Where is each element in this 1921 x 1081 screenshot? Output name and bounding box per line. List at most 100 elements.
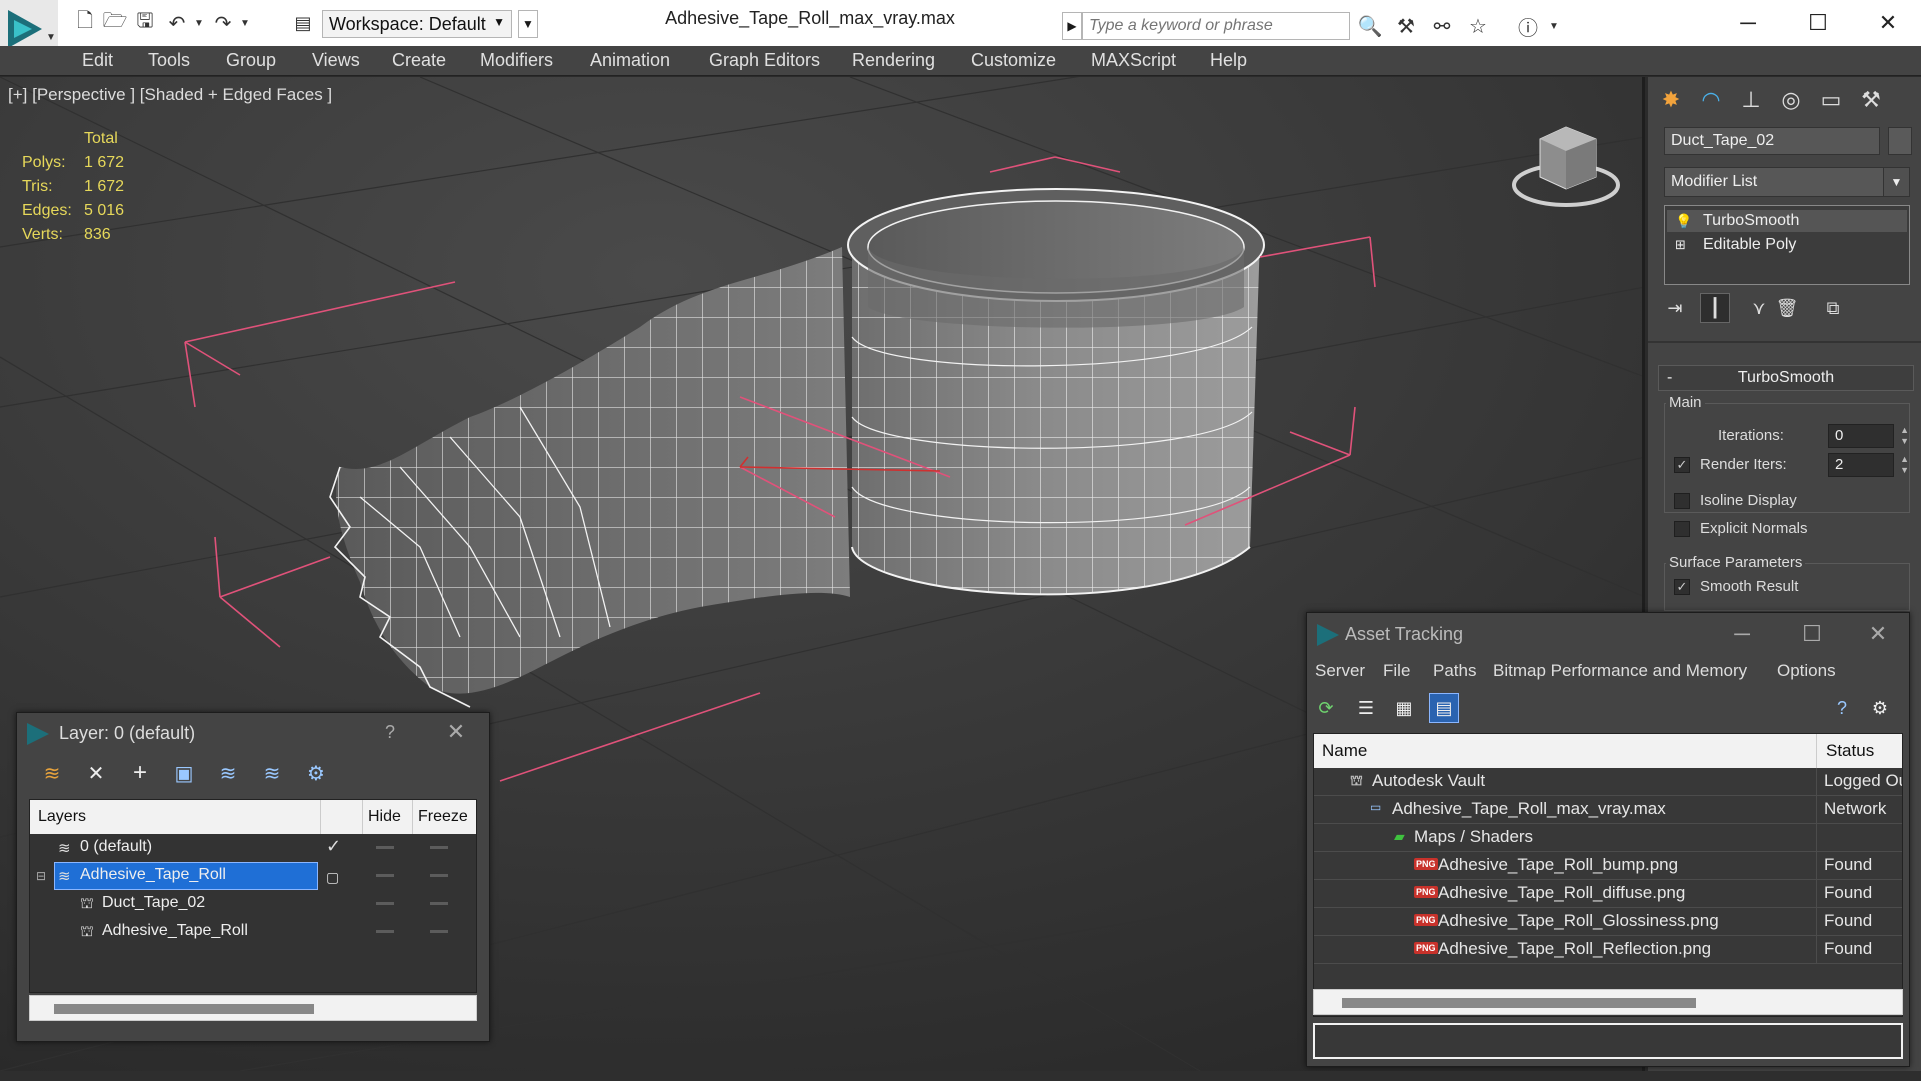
layer-row-adhesive-tape-roll-object[interactable]: ⛫ Adhesive_Tape_Roll xyxy=(30,918,476,946)
create-new-layer-icon[interactable]: ≋ xyxy=(37,759,67,787)
layer-row-adhesive-tape-roll[interactable]: ⊟ ≋ Adhesive_Tape_Roll ▢ xyxy=(30,862,476,890)
object-color-swatch[interactable] xyxy=(1888,127,1912,155)
hide-toggle[interactable] xyxy=(376,930,394,933)
refresh-icon[interactable]: ⟳ xyxy=(1311,693,1341,723)
display-tab-icon[interactable]: ▭ xyxy=(1814,83,1848,117)
window-maximize-button[interactable]: ☐ xyxy=(1798,6,1838,40)
menu-animation[interactable]: Animation xyxy=(590,50,670,71)
asset-maximize-button[interactable]: ☐ xyxy=(1797,621,1827,647)
asset-menu-options[interactable]: Options xyxy=(1777,661,1836,681)
search-expand-button[interactable]: ▶ xyxy=(1062,12,1082,40)
viewport-label-menu[interactable]: [+] [Perspective ] [Shaded + Edged Faces… xyxy=(8,85,332,105)
asset-row-glossiness-png[interactable]: PNG Adhesive_Tape_Roll_Glossiness.png Fo… xyxy=(1314,908,1902,936)
asset-row-maps-shaders[interactable]: ▰ Maps / Shaders xyxy=(1314,824,1902,852)
asset-minimize-button[interactable]: ─ xyxy=(1727,621,1757,647)
asset-menu-file[interactable]: File xyxy=(1383,661,1410,681)
column-layers[interactable]: Layers xyxy=(38,808,86,826)
thumbnail-view-icon[interactable]: ▦ xyxy=(1389,693,1419,723)
current-layer-check-icon[interactable]: ✓ xyxy=(326,836,341,857)
layer-properties-icon[interactable]: ⚙ xyxy=(301,759,331,787)
smooth-result-checkbox[interactable]: ✓ xyxy=(1674,579,1690,595)
highlight-selected-layer-icon[interactable]: ≋ xyxy=(213,759,243,787)
undo-dropdown-icon[interactable]: ▼ xyxy=(186,10,212,36)
hide-toggle[interactable] xyxy=(376,846,394,849)
stack-item-turbosmooth[interactable]: 💡 TurboSmooth xyxy=(1667,210,1907,232)
open-file-icon[interactable]: 🗁 xyxy=(102,10,128,36)
menu-group[interactable]: Group xyxy=(226,50,276,71)
freeze-toggle[interactable] xyxy=(430,846,448,849)
layer-window-close-button[interactable]: ✕ xyxy=(441,719,471,745)
delete-layer-icon[interactable]: ✕ xyxy=(81,759,111,787)
collapse-tree-icon[interactable]: ⊟ xyxy=(36,869,46,883)
quick-access-customize-button[interactable]: ▼ xyxy=(518,10,538,38)
menu-modifiers[interactable]: Modifiers xyxy=(480,50,553,71)
table-view-icon[interactable]: ▤ xyxy=(1429,693,1459,723)
asset-row-max-file[interactable]: ▭ Adhesive_Tape_Roll_max_vray.max Networ… xyxy=(1314,796,1902,824)
freeze-toggle[interactable] xyxy=(430,874,448,877)
column-status[interactable]: Status xyxy=(1826,741,1874,761)
configure-modifier-sets-icon[interactable]: ⧉ xyxy=(1818,293,1848,323)
column-freeze[interactable]: Freeze xyxy=(418,808,468,826)
help-button[interactable]: ? xyxy=(375,722,405,743)
menu-rendering[interactable]: Rendering xyxy=(852,50,935,71)
menu-tools[interactable]: Tools xyxy=(148,50,190,71)
set-current-layer-icon[interactable]: ▢ xyxy=(326,869,339,886)
hide-toggle[interactable] xyxy=(376,874,394,877)
workspace-dropdown[interactable]: Workspace: Default ▼ xyxy=(322,10,512,38)
make-unique-icon[interactable]: ⋎ xyxy=(1744,293,1774,323)
tools-icon[interactable]: ⚒ xyxy=(1392,12,1420,40)
lightbulb-icon[interactable]: 💡 xyxy=(1675,210,1692,232)
menu-customize[interactable]: Customize xyxy=(971,50,1056,71)
motion-tab-icon[interactable]: ◎ xyxy=(1774,83,1808,117)
help-search-input[interactable] xyxy=(1082,12,1350,40)
explicit-normals-checkbox[interactable] xyxy=(1674,521,1690,537)
vault-settings-icon[interactable]: ⚙ xyxy=(1865,693,1895,723)
remove-modifier-icon[interactable]: 🗑 xyxy=(1772,293,1802,323)
show-end-result-icon[interactable]: ┃ xyxy=(1700,293,1730,323)
layer-horizontal-scrollbar[interactable] xyxy=(29,995,477,1021)
hide-toggle[interactable] xyxy=(376,902,394,905)
iterations-spinner[interactable]: 0 ▲ ▼ xyxy=(1828,424,1909,448)
isoline-display-checkbox[interactable] xyxy=(1674,493,1690,509)
select-objects-in-layer-icon[interactable]: ▣ xyxy=(169,759,199,787)
pin-stack-icon[interactable]: ⇥ xyxy=(1660,293,1690,323)
project-folder-icon[interactable]: ▤ xyxy=(290,10,316,36)
menu-help[interactable]: Help xyxy=(1210,50,1247,71)
asset-row-diffuse-png[interactable]: PNG Adhesive_Tape_Roll_diffuse.png Found xyxy=(1314,880,1902,908)
favorites-star-icon[interactable]: ☆ xyxy=(1464,12,1492,40)
layer-row-duct-tape-02[interactable]: ⛫ Duct_Tape_02 xyxy=(30,890,476,918)
menu-graph-editors[interactable]: Graph Editors xyxy=(709,50,820,71)
menu-maxscript[interactable]: MAXScript xyxy=(1091,50,1176,71)
asset-row-reflection-png[interactable]: PNG Adhesive_Tape_Roll_Reflection.png Fo… xyxy=(1314,936,1902,964)
spinner-arrows-icon[interactable]: ▲ ▼ xyxy=(1900,454,1909,476)
render-iters-spinner[interactable]: 2 ▲ ▼ xyxy=(1828,453,1909,477)
layer-window-titlebar[interactable]: Layer: 0 (default) xyxy=(17,713,489,753)
help-dropdown-icon[interactable]: ▼ xyxy=(1540,12,1568,40)
utilities-tab-icon[interactable]: ⚒ xyxy=(1854,83,1888,117)
menu-edit[interactable]: Edit xyxy=(82,50,113,71)
scrollbar-thumb[interactable] xyxy=(54,1004,314,1014)
menu-create[interactable]: Create xyxy=(392,50,446,71)
modify-tab-icon[interactable]: ◠ xyxy=(1694,83,1728,117)
asset-menu-paths[interactable]: Paths xyxy=(1433,661,1476,681)
modifier-list-dropdown[interactable]: Modifier List ▼ xyxy=(1664,167,1910,197)
layer-row-default[interactable]: ≋ 0 (default) ✓ xyxy=(30,834,476,862)
new-file-icon[interactable]: 🗋 xyxy=(72,10,98,36)
help-icon[interactable]: ⓘ xyxy=(1514,12,1542,40)
vault-help-icon[interactable]: ? xyxy=(1827,693,1857,723)
column-name[interactable]: Name xyxy=(1322,741,1367,761)
asset-close-button[interactable]: ✕ xyxy=(1863,621,1893,647)
spinner-arrows-icon[interactable]: ▲ ▼ xyxy=(1900,425,1909,447)
hide-freeze-all-icon[interactable]: ≋ xyxy=(257,759,287,787)
hierarchy-tab-icon[interactable]: ⊥ xyxy=(1734,83,1768,117)
scrollbar-thumb[interactable] xyxy=(1342,998,1696,1008)
asset-menu-bitmap-performance[interactable]: Bitmap Performance and Memory xyxy=(1493,661,1747,681)
freeze-toggle[interactable] xyxy=(430,902,448,905)
object-name-field[interactable]: Duct_Tape_02 xyxy=(1664,127,1880,155)
redo-dropdown-icon[interactable]: ▼ xyxy=(232,10,258,36)
asset-menu-server[interactable]: Server xyxy=(1315,661,1365,681)
freeze-toggle[interactable] xyxy=(430,930,448,933)
list-view-icon[interactable]: ☰ xyxy=(1351,693,1381,723)
stack-item-editable-poly[interactable]: ⊞ Editable Poly xyxy=(1667,234,1907,256)
create-tab-icon[interactable]: ✸ xyxy=(1654,83,1688,117)
